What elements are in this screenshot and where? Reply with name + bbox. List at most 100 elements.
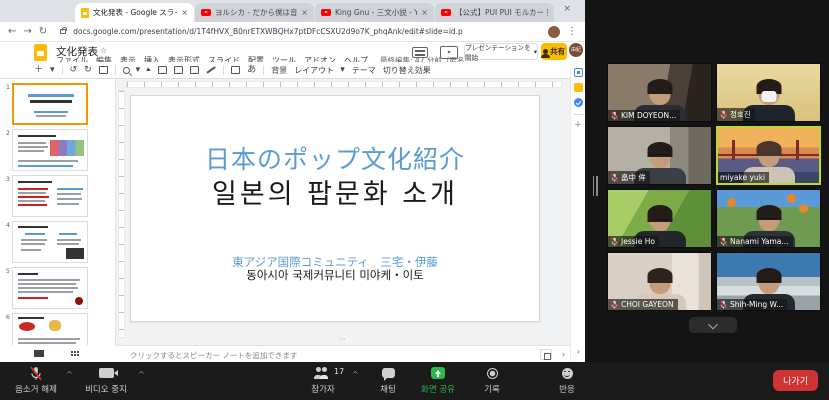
transition-button[interactable]: 切り替え効果 — [383, 65, 431, 76]
video-tile[interactable]: CHOI GAYEON — [607, 252, 712, 311]
muted-mic-icon — [719, 110, 728, 119]
print-icon[interactable] — [99, 66, 108, 74]
slide-thumbnail-2[interactable] — [12, 129, 88, 171]
record-label: 기록 — [484, 383, 500, 395]
keyboard-icon[interactable] — [412, 47, 428, 58]
calendar-icon[interactable] — [574, 68, 583, 77]
participants-button[interactable]: 17 참가자 — [295, 365, 351, 395]
video-tile[interactable]: 정호진 — [716, 63, 821, 122]
video-tile[interactable]: Shih-Ming W... — [716, 252, 821, 311]
notes-options-button[interactable] — [540, 349, 552, 360]
add-addon-icon[interactable]: ＋ — [571, 119, 585, 130]
video-tile[interactable]: 畠中 侔 — [607, 126, 712, 185]
start-presentation-button[interactable]: プレゼンテーションを開始 ▾ — [464, 43, 538, 60]
tab-slides[interactable]: 文化発表 - Google スライド × — [75, 3, 194, 22]
tab-youtube-yorushika[interactable]: ヨルシカ - だから僕は音楽を辞めた × — [195, 3, 314, 22]
leave-meeting-button[interactable]: 나가기 — [773, 370, 818, 391]
browser-profile-avatar[interactable] — [548, 26, 560, 38]
tab-close-icon[interactable]: × — [181, 8, 188, 17]
redo-icon[interactable]: ↻ — [84, 66, 92, 75]
background-button[interactable]: 背景 — [271, 65, 287, 76]
tab-youtube-molcar[interactable]: 【公式】PUI PUI モルカー 第1話 — [435, 3, 554, 22]
collapse-gallery-button[interactable] — [689, 317, 737, 333]
chevron-right-icon[interactable]: › — [562, 350, 565, 359]
slide-thumbnail-4[interactable] — [12, 221, 88, 263]
chevron-down-icon[interactable]: ▾ — [50, 66, 55, 75]
participant-label: 畠中 侔 — [608, 171, 650, 184]
slide-title-korean[interactable]: 일본의 팝문화 소개 — [131, 172, 539, 211]
share-screen-label: 화면 공유 — [421, 383, 455, 395]
video-tile-active-speaker[interactable]: miyake yuki — [716, 126, 821, 185]
tasks-icon[interactable] — [574, 98, 583, 107]
reactions-button[interactable]: 반응 — [547, 365, 587, 395]
camera-icon — [99, 368, 114, 378]
speaker-notes-placeholder[interactable]: クリックするとスピーカー ノートを追加できます — [130, 350, 297, 361]
url-field[interactable]: docs.google.com/presentation/d/1T4fHVX_B… — [73, 27, 541, 36]
share-button[interactable]: 共有 — [541, 43, 567, 60]
side-panel-divider — [574, 114, 583, 115]
filmstrip-view-icon[interactable] — [34, 350, 44, 357]
participant-name: 畠中 侔 — [621, 172, 646, 183]
chat-button[interactable]: 채팅 — [368, 365, 408, 395]
insert-image-icon[interactable] — [174, 66, 183, 74]
insert-shape-icon[interactable] — [190, 66, 199, 74]
undo-icon[interactable]: ↺ — [70, 66, 78, 75]
tab-youtube-kinggnu[interactable]: King Gnu - 三文小説 - YouTube × — [315, 3, 434, 22]
grid-view-icon[interactable] — [70, 350, 79, 358]
muted-mic-icon — [719, 300, 728, 309]
slide-thumbnail-5[interactable] — [12, 267, 88, 309]
video-tile[interactable]: KIM DOYEON... — [607, 63, 712, 122]
slide-thumbnail-1[interactable] — [12, 83, 88, 125]
slide-thumbnail-3[interactable] — [12, 175, 88, 217]
participant-label: KIM DOYEON... — [608, 110, 680, 121]
participants-count: 17 — [334, 367, 344, 376]
layout-button[interactable]: レイアウト — [294, 65, 334, 76]
text-box-icon[interactable] — [158, 66, 167, 74]
insert-line-icon[interactable] — [207, 67, 216, 74]
slide-byline-korean[interactable]: 동아시아 국제커뮤니티 미야케・이토 — [131, 267, 539, 283]
slide-filmstrip: 1 2 — [0, 79, 116, 345]
notes-resize-handle[interactable]: ⋯ — [339, 335, 347, 343]
chevron-up-icon[interactable]: ^ — [66, 370, 73, 379]
chevron-up-icon[interactable]: ^ — [138, 370, 145, 379]
chat-label: 채팅 — [380, 383, 396, 395]
share-screen-button[interactable]: 화면 공유 — [414, 365, 462, 395]
unmute-button[interactable]: 음소거 해제 — [8, 365, 64, 395]
chrome-browser-window: 文化発表 - Google スライド × ヨルシカ - だから僕は音楽を辞めた … — [0, 0, 585, 362]
google-slides-logo-icon[interactable] — [34, 44, 47, 61]
video-tile[interactable]: Nanami Yama... — [716, 189, 821, 248]
tab-close-icon[interactable]: × — [421, 8, 428, 17]
chevron-down-icon[interactable]: ▾ — [340, 66, 345, 75]
theme-button[interactable]: テーマ — [352, 65, 376, 76]
slide-thumbnail-6[interactable] — [12, 313, 88, 345]
comment-icon[interactable] — [231, 66, 240, 74]
participant-name: Nanami Yama... — [730, 237, 789, 246]
new-slide-icon[interactable]: ＋ — [34, 66, 43, 75]
browser-menu-icon[interactable]: ⋮ — [567, 27, 577, 37]
slide-title-japanese[interactable]: 日本のポップ文化紹介 — [131, 140, 539, 176]
account-avatar[interactable]: 由紀 — [569, 43, 583, 57]
tab-close-icon[interactable]: × — [563, 4, 571, 14]
panel-resize-handle[interactable] — [590, 176, 600, 196]
record-button[interactable]: 기록 — [472, 365, 512, 395]
star-icon[interactable]: ☆ — [100, 46, 111, 55]
reload-icon[interactable]: ↻ — [39, 27, 47, 37]
text-style-icon[interactable]: あ — [247, 66, 256, 75]
video-tile[interactable]: Jessie Ho — [607, 189, 712, 248]
chevron-up-icon[interactable]: ^ — [352, 370, 359, 379]
tab-close-icon[interactable]: × — [301, 8, 308, 17]
chevron-down-icon[interactable]: ▾ — [136, 66, 141, 75]
zoom-tool-icon[interactable] — [123, 67, 130, 74]
chevron-right-icon[interactable]: › — [571, 347, 586, 356]
slideshow-icon[interactable]: ▾ — [440, 46, 458, 59]
participant-name: KIM DOYEON... — [621, 111, 676, 120]
keep-icon[interactable] — [574, 83, 583, 92]
record-icon — [487, 368, 498, 379]
select-cursor-icon[interactable] — [147, 67, 152, 72]
tab-title: King Gnu - 三文小説 - YouTube — [335, 7, 417, 18]
current-slide[interactable]: 日本のポップ文化紹介 일본의 팝문화 소개 東アジア国際コミュニティ 三宅・伊藤… — [130, 95, 540, 322]
forward-icon[interactable]: → — [23, 27, 31, 37]
stop-video-button[interactable]: 비디오 중지 — [78, 365, 134, 395]
chevron-down-icon[interactable]: ▾ — [534, 48, 537, 56]
back-icon[interactable]: ← — [8, 27, 16, 37]
